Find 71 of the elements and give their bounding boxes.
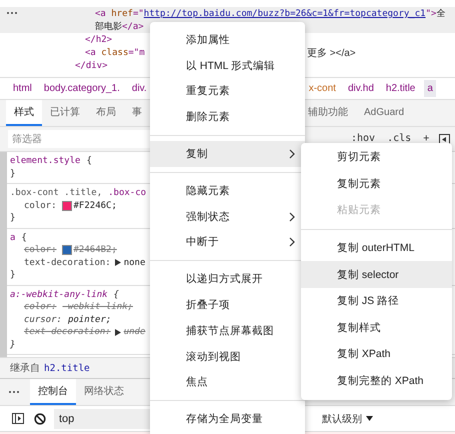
html-code-line: <a href="http://top.baidu.com/buzz?b=26&c=1&fr=topcategory_c1">全 bbox=[95, 8, 446, 20]
css-value: none bbox=[124, 256, 146, 269]
css-selector: .box-cont .title, bbox=[10, 187, 102, 200]
breadcrumb-item[interactable]: x-cont bbox=[306, 80, 339, 97]
css-property: text-decoration: bbox=[24, 256, 111, 269]
filter-field[interactable]: 筛选器 bbox=[8, 130, 151, 148]
css-selector: element.style bbox=[10, 155, 80, 168]
css-brace: { bbox=[86, 155, 92, 168]
cls-toggle[interactable]: .cls bbox=[387, 133, 412, 145]
color-swatch[interactable] bbox=[62, 245, 72, 256]
inherited-selector[interactable]: h2.title bbox=[44, 362, 90, 374]
drawer-tab[interactable]: 控制台 bbox=[30, 379, 76, 405]
css-brace: } bbox=[10, 168, 16, 180]
panel-tab[interactable]: 样式 bbox=[6, 100, 42, 126]
panel-tab[interactable]: 已计算 bbox=[42, 100, 88, 126]
breadcrumb-item[interactable]: html bbox=[10, 80, 35, 97]
chevron-right-icon bbox=[289, 212, 295, 222]
expand-triangle-icon[interactable] bbox=[114, 328, 121, 336]
css-brace: } bbox=[10, 338, 16, 351]
css-brace: { bbox=[21, 232, 27, 244]
color-swatch[interactable] bbox=[62, 200, 72, 211]
menu-item[interactable]: 存储为全局变量 bbox=[150, 406, 305, 432]
drawer-tab[interactable]: 网络状态 bbox=[76, 379, 132, 405]
css-selector: a bbox=[10, 232, 16, 244]
panel-tab[interactable]: 事 bbox=[124, 100, 150, 126]
context-field[interactable]: top bbox=[54, 408, 152, 428]
html-code-line: </h2> bbox=[85, 34, 112, 44]
css-selector: .box-co bbox=[108, 187, 146, 200]
new-rule-button[interactable]: + bbox=[423, 133, 430, 145]
menu-item[interactable]: 添加属性 bbox=[150, 27, 305, 53]
panel-tab[interactable]: AdGuard bbox=[356, 100, 412, 126]
css-value: #2464B2; bbox=[74, 244, 117, 256]
menu-item[interactable]: 删除元素 bbox=[150, 104, 305, 130]
more-dots-icon[interactable] bbox=[6, 11, 18, 15]
chevron-right-icon bbox=[289, 149, 295, 160]
css-brace: } bbox=[10, 269, 16, 282]
caret-down-icon bbox=[366, 416, 373, 421]
breadcrumb-item[interactable]: body.category_1. bbox=[40, 80, 123, 97]
panel-tab[interactable]: 布局 bbox=[88, 100, 124, 126]
css-value: unde bbox=[124, 326, 146, 338]
html-code-fragment: 更多 ></a> bbox=[307, 46, 356, 60]
inherited-label: 继承自 bbox=[10, 362, 40, 375]
log-level-dropdown[interactable]: 默认级别 bbox=[318, 410, 377, 428]
css-value: -webkit-link; bbox=[62, 301, 133, 314]
menu-item[interactable]: 复制 bbox=[150, 141, 305, 167]
css-value: pointer; bbox=[68, 314, 112, 326]
breadcrumb-item[interactable]: div. bbox=[128, 80, 150, 97]
html-code-line: 部电影</a> bbox=[95, 20, 144, 33]
html-code-line: </div> bbox=[75, 60, 108, 70]
menu-item[interactable]: 复制 selector bbox=[301, 261, 452, 288]
breadcrumb-item[interactable]: div.hd bbox=[344, 80, 377, 97]
breadcrumb-item[interactable]: h2.title bbox=[382, 80, 418, 97]
css-brace: } bbox=[10, 212, 16, 224]
css-property: text-decoration: bbox=[24, 326, 111, 338]
clear-block-icon[interactable] bbox=[34, 412, 46, 424]
css-property: color: bbox=[24, 244, 57, 256]
css-property: color: bbox=[24, 200, 57, 212]
css-brace: { bbox=[114, 288, 119, 301]
menu-item[interactable]: 重复元素 bbox=[150, 78, 305, 104]
css-property: cursor: bbox=[24, 314, 62, 326]
menu-item[interactable]: 以 HTML 形式编辑 bbox=[150, 52, 305, 79]
sidebar-panel-icon[interactable] bbox=[12, 413, 24, 424]
expand-triangle-icon[interactable] bbox=[114, 259, 121, 266]
css-value: #F2246C; bbox=[74, 200, 117, 212]
chevron-right-icon bbox=[289, 237, 295, 248]
css-property: color: bbox=[24, 301, 57, 314]
breadcrumb-item[interactable]: a bbox=[424, 80, 436, 97]
html-code-line: <a class="m bbox=[85, 48, 145, 58]
more-dots-icon[interactable] bbox=[8, 390, 20, 394]
hov-toggle[interactable]: :hov bbox=[351, 133, 376, 145]
css-selector: a:-webkit-any-link bbox=[10, 288, 108, 301]
